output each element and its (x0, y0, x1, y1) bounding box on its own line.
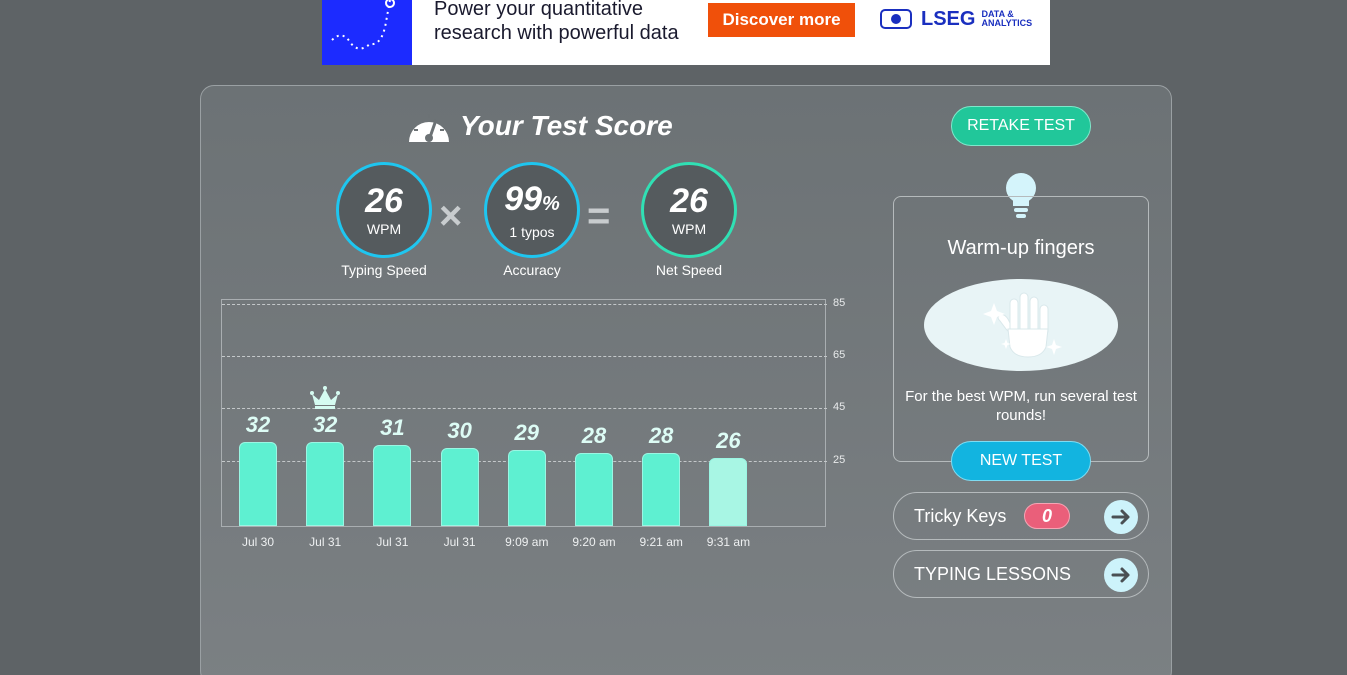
ad-banner[interactable]: Power your quantitative research with po… (322, 0, 1050, 65)
new-test-button[interactable]: NEW TEST (951, 441, 1091, 481)
net-speed-value: 26 (670, 182, 708, 220)
chart-bar[interactable] (507, 450, 546, 526)
net-speed-metric: 26 WPM Net Speed (641, 162, 737, 278)
chart-gridline (222, 356, 827, 358)
chart-bar-value: 31 (380, 415, 405, 441)
accuracy-metric: 99% 1 typos Accuracy (484, 162, 580, 278)
wpm-history-chart: 85 65 45 25 32 Jul 30 32 Jul 31 31 Jul 31 30 Jul 31… (221, 297, 845, 549)
tricky-keys-label: Tricky Keys (914, 505, 1007, 526)
chart-bar-value: 30 (447, 417, 472, 443)
typing-speed-metric: 26 WPM Typing Speed (336, 162, 432, 278)
typing-speed-value: 26 (365, 182, 403, 220)
chart-bar-value: 28 (581, 422, 607, 448)
arrow-right-icon[interactable] (1104, 558, 1138, 592)
chart-x-tick: Jul 31 (443, 535, 476, 549)
chart-x-tick: 9:31 am (706, 535, 751, 549)
warmup-title: Warm-up fingers (947, 237, 1095, 259)
tricky-keys-button[interactable]: Tricky Keys 0 (893, 492, 1149, 540)
ad-graphic (322, 0, 412, 65)
chart-bar-value: 32 (312, 412, 338, 438)
chart-y-tick: 25 (833, 453, 846, 466)
result-title: Your Test Score (406, 108, 673, 144)
chart-bar-value: 28 (648, 422, 674, 448)
retake-test-button[interactable]: RETAKE TEST (951, 106, 1091, 146)
chart-bar[interactable] (440, 447, 479, 526)
chart-bar[interactable] (306, 442, 345, 526)
arrow-right-icon[interactable] (1104, 500, 1138, 534)
chart-bar-value: 26 (716, 428, 741, 454)
chart-x-tick: Jul 31 (309, 535, 342, 549)
ad-cta-button[interactable]: Discover more (708, 3, 855, 37)
equals-symbol: = (587, 194, 611, 238)
warmup-description: For the best WPM, run several test round… (905, 388, 1137, 424)
chart-bar[interactable] (239, 442, 277, 526)
chart-x-tick: Jul 31 (376, 535, 409, 549)
chart-bar-value: 29 (514, 420, 540, 446)
chart-bar-value: 32 (245, 412, 271, 438)
speedometer-icon (409, 114, 449, 142)
warmup-illustration (924, 279, 1118, 371)
chart-y-tick: 45 (833, 401, 846, 414)
chart-bar[interactable] (709, 458, 748, 526)
crest-icon (880, 9, 912, 29)
chart-bar[interactable] (575, 452, 613, 526)
result-card: Your Test Score 26 WPM Typing Speed × 99… (200, 85, 1172, 675)
crown-icon (310, 386, 341, 415)
chart-bar[interactable] (373, 445, 412, 526)
sparkling-hand-icon (983, 292, 1062, 358)
accuracy-value: 99 (504, 179, 543, 218)
tricky-keys-count-badge: 0 (1024, 503, 1070, 529)
chart-gridline (222, 304, 827, 305)
chart-x-tick: 9:09 am (505, 535, 549, 549)
times-symbol: × (439, 194, 463, 238)
chart-x-tick: Jul 30 (241, 535, 275, 549)
warmup-panel: Warm-up fingers For the best WPM, run se… (893, 196, 1149, 462)
ad-headline: Power your quantitative research with po… (434, 0, 679, 44)
typing-lessons-label: TYPING LESSONS (914, 563, 1072, 584)
typos-count: 1 typos (509, 223, 555, 240)
ad-logo: LSEG DATA & ANALYTICS (877, 6, 1032, 32)
chart-x-tick: 9:20 am (572, 535, 616, 549)
chart-y-tick: 65 (833, 349, 846, 362)
chart-y-tick: 85 (833, 297, 846, 309)
chart-bar[interactable] (642, 452, 681, 526)
chart-x-tick: 9:21 am (639, 535, 683, 549)
typing-lessons-button[interactable]: TYPING LESSONS (893, 550, 1149, 598)
